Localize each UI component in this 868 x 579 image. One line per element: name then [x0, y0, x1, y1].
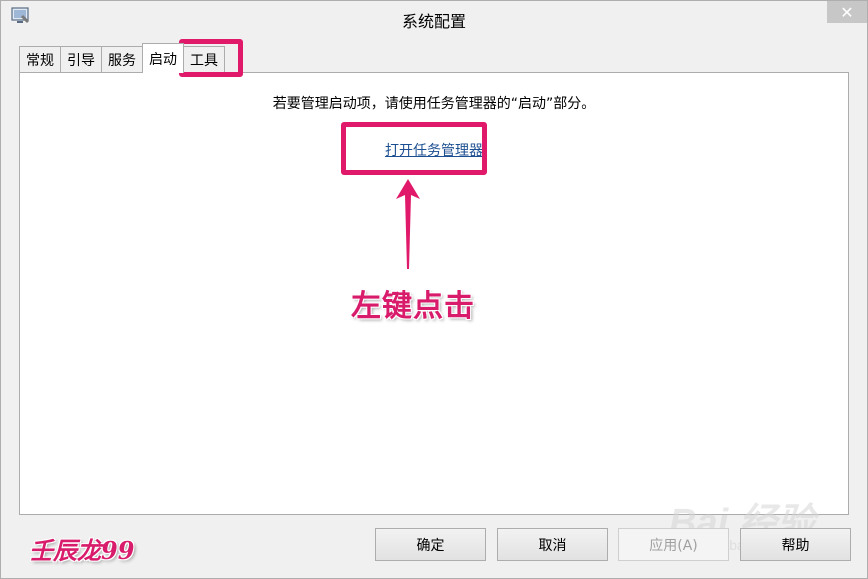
highlight-task-manager-link [341, 122, 487, 175]
cancel-button[interactable]: 取消 [497, 528, 608, 561]
tab-label: 服务 [108, 53, 136, 69]
apply-button[interactable]: 应用(A) [618, 528, 729, 561]
close-button[interactable]: ✕ [827, 1, 867, 23]
arrow-up-icon [396, 179, 420, 269]
window-title: 系统配置 [401, 12, 466, 31]
ok-button[interactable]: 确定 [375, 528, 486, 561]
tab-startup[interactable]: 启动 [142, 43, 184, 73]
tab-label: 常规 [26, 53, 54, 69]
tab-boot[interactable]: 引导 [60, 46, 102, 73]
highlight-startup-tab [179, 39, 243, 77]
tab-general[interactable]: 常规 [19, 46, 61, 73]
tab-services[interactable]: 服务 [101, 46, 143, 73]
help-button[interactable]: 帮助 [740, 528, 851, 561]
system-config-window: 系统配置 ✕ 常规 引导 服务 启动 工具 若要管理启动项，请使用任务管理器的“… [0, 0, 868, 579]
startup-instruction: 若要管理启动项，请使用任务管理器的“启动”部分。 [272, 96, 596, 112]
close-icon: ✕ [840, 2, 854, 22]
tab-label: 启动 [149, 51, 177, 68]
author-mark: 壬辰龙99 [29, 536, 135, 565]
tab-label: 引导 [67, 53, 95, 69]
title-bar[interactable]: 系统配置 ✕ [1, 1, 867, 35]
annotation-left-click: 左键点击 [351, 289, 475, 324]
